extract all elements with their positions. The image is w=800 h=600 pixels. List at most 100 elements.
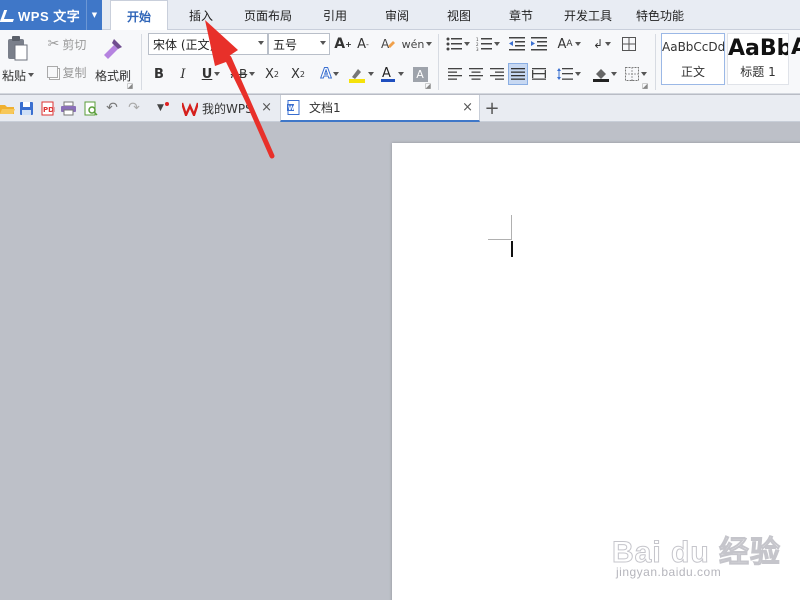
tab-page-layout[interactable]: 页面布局 (236, 0, 300, 30)
customize-toolbar-icon[interactable]: ▼ (152, 100, 174, 116)
font-color-icon[interactable]: A (378, 64, 406, 84)
format-painter-icon[interactable] (98, 34, 128, 62)
text-effects-icon[interactable]: A (316, 64, 344, 84)
doc-tab-my-wps[interactable]: 我的WPS × (178, 95, 278, 122)
decrease-indent-icon[interactable] (508, 34, 526, 54)
document-tab-bar: PDF ↶ ↷ ▼ 我的WPS × W 文档1 × + (0, 95, 800, 122)
new-tab-plus-icon[interactable]: + (482, 98, 502, 119)
style-preview: AaBbCcDd (662, 40, 724, 54)
subscript-icon[interactable]: X2 (288, 64, 308, 84)
shrink-font-icon[interactable]: A- (354, 34, 372, 54)
redo-icon[interactable]: ↷ (126, 100, 142, 116)
format-painter-label: 格式刷 (94, 68, 131, 83)
open-folder-icon[interactable] (0, 101, 15, 116)
justify-icon[interactable] (508, 63, 528, 85)
doc-tab-label: 我的WPS (202, 102, 253, 116)
style-preview: AaBb (728, 36, 788, 61)
style-heading-1[interactable]: AaBb 标题 1 (727, 33, 789, 85)
doc-tab-document1[interactable]: W 文档1 × (280, 95, 480, 122)
superscript-icon[interactable]: X2 (262, 64, 282, 84)
highlight-color-icon[interactable] (346, 64, 376, 84)
numbering-icon[interactable]: 123 (474, 34, 502, 54)
chevron-down-icon (320, 41, 326, 45)
italic-icon[interactable]: I (174, 64, 192, 84)
tab-developer[interactable]: 开发工具 (556, 0, 620, 30)
style-name: 正文 (680, 65, 705, 79)
divider (655, 34, 656, 90)
bullets-icon[interactable] (444, 34, 472, 54)
app-menu-dropdown-icon[interactable]: ▼ (86, 0, 102, 30)
close-icon[interactable]: × (462, 100, 473, 115)
font-name-value: 宋体 (正文) (153, 37, 215, 52)
tab-review[interactable]: 审阅 (374, 0, 420, 30)
svg-text:A: A (382, 66, 391, 81)
phonetic-guide-icon[interactable]: wén (402, 34, 433, 54)
align-right-icon[interactable] (488, 64, 506, 84)
strikethrough-icon[interactable]: AB (228, 64, 258, 84)
wps-logo-icon (2, 8, 16, 22)
dialog-launcher-icon[interactable]: ◪ (424, 82, 432, 90)
undo-icon[interactable]: ↶ (104, 100, 120, 116)
margin-corner-mark (488, 239, 512, 240)
tab-view[interactable]: 视图 (436, 0, 482, 30)
align-left-icon[interactable] (446, 64, 464, 84)
table-grid-icon[interactable] (620, 34, 638, 54)
tab-home[interactable]: 开始 (110, 0, 168, 31)
distributed-align-icon[interactable] (530, 64, 548, 84)
app-name: WPS 文字 (18, 8, 81, 24)
watermark-url: jingyan.baidu.com (616, 565, 722, 579)
paragraph-mark-icon[interactable]: ↲ (590, 34, 614, 54)
close-icon[interactable]: × (261, 100, 272, 115)
doc-tab-label: 文档1 (309, 101, 341, 115)
font-size-select[interactable]: 五号 (268, 33, 330, 55)
baidu-jingyan-watermark: Bai du 经验 jingyan.baidu.com (611, 513, 792, 583)
align-center-icon[interactable] (467, 64, 485, 84)
cut-button[interactable]: ✂ 剪切 (42, 34, 92, 54)
export-pdf-icon[interactable]: PDF (40, 101, 55, 116)
wps-logo-icon (182, 102, 198, 116)
bold-icon[interactable]: B (150, 64, 168, 84)
copy-button[interactable]: 复制 (42, 62, 92, 82)
tab-references[interactable]: 引用 (312, 0, 358, 30)
save-icon[interactable] (19, 101, 34, 116)
margin-corner-mark (511, 215, 512, 240)
increase-indent-icon[interactable] (530, 34, 548, 54)
svg-text:PDF: PDF (43, 106, 55, 114)
borders-icon[interactable] (622, 64, 650, 84)
underline-icon[interactable]: U (198, 64, 224, 84)
copy-icon (47, 66, 59, 78)
clear-format-icon[interactable]: A (378, 34, 398, 54)
svg-text:A: A (381, 37, 390, 51)
scissors-icon: ✂ (47, 36, 60, 52)
document-icon: W (287, 100, 300, 115)
character-shading-icon[interactable]: A (410, 64, 430, 84)
tab-section[interactable]: 章节 (498, 0, 544, 30)
print-preview-icon[interactable] (83, 101, 98, 116)
line-spacing-icon[interactable] (554, 64, 584, 84)
style-preview: A (791, 35, 800, 60)
cut-label: 剪切 (62, 37, 87, 52)
dialog-launcher-icon[interactable]: ◪ (126, 82, 134, 90)
change-case-icon[interactable]: AA (554, 34, 584, 54)
grow-font-icon[interactable]: A + (334, 34, 352, 54)
tab-insert[interactable]: 插入 (176, 0, 226, 30)
tab-special-features[interactable]: 特色功能 (628, 0, 692, 30)
style-next[interactable]: A (791, 33, 800, 85)
font-name-select[interactable]: 宋体 (正文) (148, 33, 268, 55)
menu-bar: WPS 文字 ▼ 开始 插入 页面布局 引用 审阅 视图 章节 开发工具 特色功… (0, 0, 800, 31)
svg-text:W: W (288, 105, 295, 112)
svg-text:3: 3 (476, 47, 479, 51)
text-cursor (511, 241, 513, 257)
paste-label: 粘贴 (1, 68, 26, 83)
paste-icon[interactable] (4, 34, 30, 62)
shading-fill-icon[interactable] (590, 64, 620, 84)
paste-button[interactable]: 粘贴 (0, 66, 36, 84)
print-icon[interactable] (61, 101, 76, 116)
dialog-launcher-icon[interactable]: ◪ (641, 82, 649, 90)
app-menu-button[interactable]: WPS 文字 ▼ (0, 0, 102, 30)
divider (141, 34, 142, 90)
chevron-down-icon (258, 41, 264, 45)
style-normal[interactable]: AaBbCcDd 正文 (661, 33, 725, 85)
divider (438, 34, 439, 90)
font-size-value: 五号 (273, 37, 298, 52)
